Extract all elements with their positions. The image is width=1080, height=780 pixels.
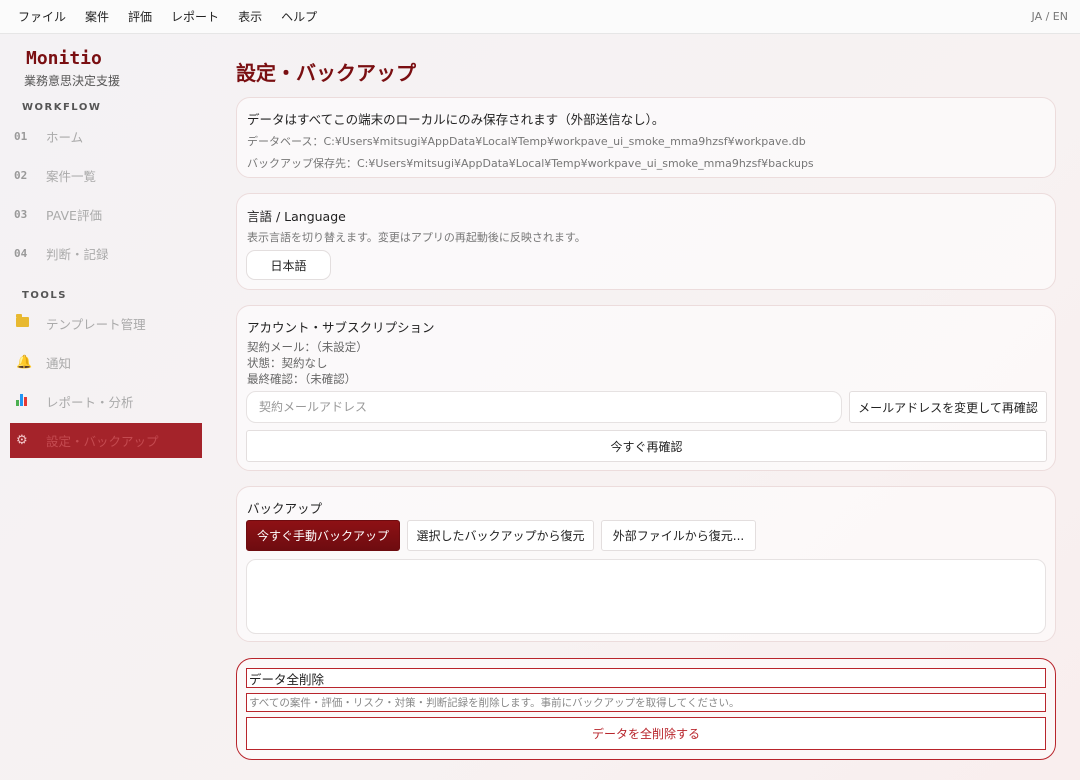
sidebar-item-pave-evaluation[interactable]: 03 PAVE評価: [10, 197, 202, 232]
menu-report[interactable]: レポート: [171, 8, 219, 25]
language-card: 言語 / Language 表示言語を切り替えます。変更はアプリの再起動後に反映…: [236, 193, 1056, 290]
menu-bar: ファイル 案件 評価 レポート 表示 ヘルプ JA / EN: [0, 0, 1080, 34]
contract-state: 状態：契約なし: [247, 356, 328, 370]
step-number: 04: [14, 247, 28, 260]
recheck-now-button[interactable]: 今すぐ再確認: [246, 430, 1047, 462]
sidebar-item-decision-record[interactable]: 04 判断・記録: [10, 236, 202, 271]
language-switch[interactable]: JA / EN: [1032, 10, 1068, 23]
bell-icon: 🔔: [16, 355, 33, 370]
language-description: 表示言語を切り替えます。変更はアプリの再起動後に反映されます。: [247, 231, 586, 244]
contract-email-status: 契約メール：（未設定）: [247, 340, 368, 354]
sidebar-item-label: PAVE評価: [46, 208, 102, 223]
brand-logo: Monitio: [26, 48, 102, 69]
tools-section-label: TOOLS: [22, 290, 67, 301]
account-card: アカウント・サブスクリプション 契約メール：（未設定） 状態：契約なし 最終確認…: [236, 305, 1056, 471]
brand-subtitle: 業務意思決定支援: [24, 74, 121, 88]
menu-file[interactable]: ファイル: [18, 8, 66, 25]
delete-all-description: すべての案件・評価・リスク・対策・判断記録を削除します。事前にバックアップを取得…: [246, 693, 1046, 712]
sidebar-item-label: 通知: [46, 356, 72, 371]
sidebar-item-notifications[interactable]: 🔔 通知: [10, 345, 202, 380]
backup-title: バックアップ: [247, 501, 323, 516]
step-number: 03: [14, 208, 28, 221]
language-title: 言語 / Language: [247, 209, 346, 224]
sidebar-item-settings-backup[interactable]: ⚙ 設定・バックアップ: [10, 423, 202, 458]
database-path: データベース：C:¥Users¥mitsugi¥AppData¥Local¥Te…: [247, 135, 806, 148]
contract-email-input[interactable]: [246, 391, 842, 423]
menu-help[interactable]: ヘルプ: [281, 8, 317, 25]
backup-path: バックアップ保存先：C:¥Users¥mitsugi¥AppData¥Local…: [247, 157, 814, 170]
bar-chart-icon: [10, 393, 46, 410]
sidebar-item-label: 判断・記録: [46, 247, 109, 262]
gear-icon: ⚙: [16, 433, 28, 448]
storage-notice: データはすべてこの端末のローカルにのみ保存されます（外部送信なし）。: [247, 112, 665, 127]
language-select[interactable]: 日本語: [246, 250, 331, 280]
sidebar-item-reports[interactable]: レポート・分析: [10, 384, 202, 419]
backup-list[interactable]: [246, 559, 1046, 634]
sidebar-item-label: レポート・分析: [46, 395, 134, 410]
delete-all-title: データ全削除: [246, 668, 1046, 688]
sidebar-item-home[interactable]: 01 ホーム: [10, 119, 202, 154]
folder-icon: [10, 314, 46, 331]
delete-all-data-card: データ全削除 すべての案件・評価・リスク・対策・判断記録を削除します。事前にバッ…: [236, 658, 1056, 760]
menu-view[interactable]: 表示: [238, 8, 262, 25]
step-number: 02: [14, 169, 28, 182]
workflow-section-label: WORKFLOW: [22, 102, 102, 113]
sidebar-item-label: 案件一覧: [46, 169, 97, 184]
backup-card: バックアップ 今すぐ手動バックアップ 選択したバックアップから復元 外部ファイル…: [236, 486, 1056, 642]
sidebar-item-label: テンプレート管理: [46, 317, 146, 332]
sidebar-item-templates[interactable]: テンプレート管理: [10, 306, 202, 341]
page-title: 設定・バックアップ: [236, 61, 416, 85]
sidebar: Monitio 業務意思決定支援 WORKFLOW 01 ホーム 02 案件一覧…: [0, 34, 212, 780]
manual-backup-button[interactable]: 今すぐ手動バックアップ: [246, 520, 400, 551]
menu-evaluation[interactable]: 評価: [128, 8, 152, 25]
menu-cases[interactable]: 案件: [85, 8, 109, 25]
restore-external-file-button[interactable]: 外部ファイルから復元...: [601, 520, 756, 551]
sidebar-item-label: ホーム: [46, 130, 84, 145]
step-number: 01: [14, 130, 28, 143]
sidebar-item-label: 設定・バックアップ: [46, 434, 159, 449]
delete-all-data-button[interactable]: データを全削除する: [246, 717, 1046, 750]
change-email-recheck-button[interactable]: メールアドレスを変更して再確認: [849, 391, 1047, 423]
account-title: アカウント・サブスクリプション: [247, 320, 435, 335]
restore-selected-backup-button[interactable]: 選択したバックアップから復元: [407, 520, 594, 551]
storage-info-card: データはすべてこの端末のローカルにのみ保存されます（外部送信なし）。 データベー…: [236, 97, 1056, 178]
sidebar-item-case-list[interactable]: 02 案件一覧: [10, 158, 202, 193]
last-check-status: 最終確認：（未確認）: [247, 372, 357, 386]
